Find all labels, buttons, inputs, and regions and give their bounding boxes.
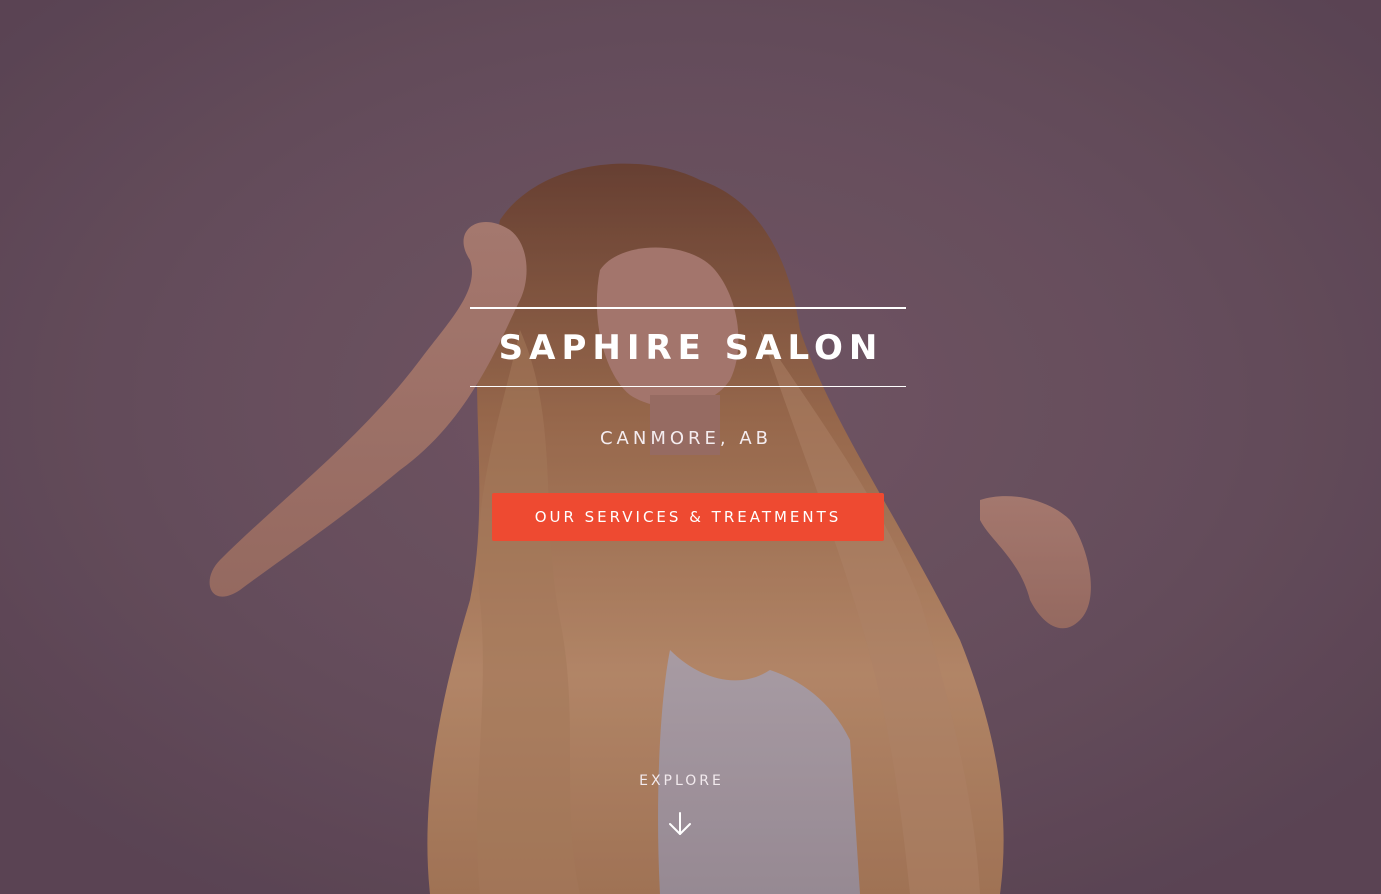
location-subtitle: CANMORE, AB: [599, 428, 773, 449]
services-treatments-button[interactable]: OUR SERVICES & TREATMENTS: [492, 493, 884, 541]
hero-content: SAPHIRE SALON CANMORE, AB OUR SERVICES &…: [0, 0, 1381, 894]
title-frame: SAPHIRE SALON: [470, 307, 906, 387]
explore-label[interactable]: EXPLORE: [0, 772, 1363, 790]
site-title: SAPHIRE SALON: [498, 327, 884, 368]
hero-section: SAPHIRE SALON CANMORE, AB OUR SERVICES &…: [0, 0, 1381, 894]
arrow-down-icon[interactable]: [667, 811, 693, 837]
